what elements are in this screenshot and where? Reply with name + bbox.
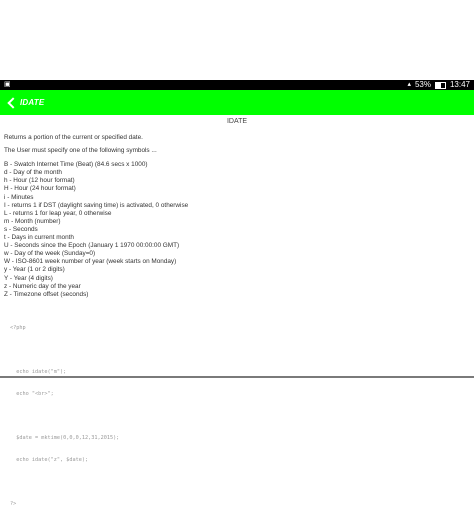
list-item: z - Numeric day of the year	[4, 282, 81, 290]
list-item: Y - Year (4 digits)	[4, 274, 53, 282]
symbol-list: B - Swatch Internet Time (Beat) (84.6 se…	[4, 161, 464, 299]
code-line: echo "<br>";	[10, 391, 54, 398]
list-item: y - Year (1 or 2 digits)	[4, 266, 65, 274]
signal-icon: ▴	[407, 81, 411, 88]
list-item: Z - Timezone offset (seconds)	[4, 290, 89, 298]
list-item: U - Seconds since the Epoch (January 1 1…	[4, 242, 180, 250]
page-title: IDATE	[226, 118, 248, 125]
list-item: w - Day of the week (Sunday=0)	[4, 250, 96, 258]
list-item: h - Hour (12 hour format)	[4, 177, 75, 185]
code-line: echo idate("z", $date);	[10, 456, 89, 463]
list-item: i - Minutes	[4, 193, 34, 201]
code-line: ?>	[10, 500, 17, 507]
app-bar: IDATE	[0, 90, 474, 115]
doc-content: Returns a portion of the current or spec…	[4, 134, 464, 522]
image-icon: ▣	[4, 81, 11, 88]
bottom-divider	[0, 376, 474, 378]
list-item: m - Month (number)	[4, 217, 61, 225]
battery-percent: 53%	[414, 80, 431, 89]
status-bar: ▣ ▴ 53% 13:47	[0, 80, 474, 90]
status-indicators: ▴ 53% 13:47	[407, 80, 470, 90]
code-line: <?php	[10, 325, 26, 332]
code-example: <?php echo idate("m"); echo "<br>"; $dat…	[10, 311, 464, 522]
code-line: $date = mktime(0,0,0,12,31,2015);	[10, 434, 120, 441]
list-item: B - Swatch Internet Time (Beat) (84.6 se…	[4, 161, 148, 169]
list-item: W - ISO-8601 week number of year (week s…	[4, 258, 177, 266]
clock: 13:47	[449, 80, 470, 89]
battery-icon	[434, 81, 446, 89]
list-item: s - Seconds	[4, 225, 38, 233]
list-item: L - returns 1 for leap year, 0 otherwise	[4, 209, 112, 217]
list-item: t - Days in current month	[4, 234, 74, 242]
intro-text: Returns a portion of the current or spec…	[4, 134, 143, 141]
list-item: H - Hour (24 hour format)	[4, 185, 76, 193]
app-bar-title: IDATE	[20, 98, 45, 107]
instruction-text: The User must specify one of the followi…	[4, 147, 157, 155]
list-item: d - Day of the month	[4, 169, 62, 177]
back-arrow-icon[interactable]	[6, 96, 16, 110]
list-item: I - returns 1 if DST (daylight saving ti…	[4, 201, 189, 209]
app-screen: ▣ ▴ 53% 13:47 IDATE IDATE Returns a port…	[0, 80, 474, 507]
